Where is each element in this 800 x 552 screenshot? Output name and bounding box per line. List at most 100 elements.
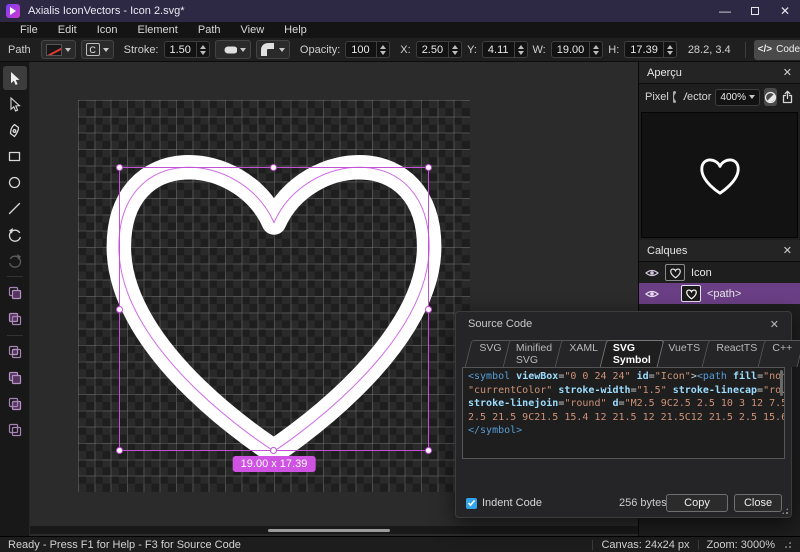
divider: [7, 335, 23, 336]
close-icon[interactable]: ✕: [770, 318, 779, 331]
opacity-label: Opacity:: [300, 44, 340, 56]
pixel-vector-toggle[interactable]: [673, 91, 676, 103]
tab-cpp[interactable]: C++: [758, 340, 800, 367]
layers-panel-header: Calques ✕: [639, 240, 800, 262]
stroke-width-value: 1.50: [165, 44, 196, 56]
contrast-icon: [764, 91, 777, 104]
handle-top-center[interactable]: [270, 164, 277, 171]
selection-arrow-icon: [7, 71, 22, 86]
rectangle-tool-button[interactable]: [3, 144, 27, 168]
boolean-subtract-button[interactable]: [3, 307, 27, 331]
indent-code-checkbox[interactable]: [466, 498, 477, 509]
tool-strip: [0, 62, 30, 536]
visibility-eye-icon[interactable]: [645, 268, 659, 278]
ellipse-tool-button[interactable]: [3, 170, 27, 194]
code-scrollbar-thumb[interactable]: [780, 370, 783, 396]
current-color-icon: C: [86, 43, 100, 56]
byte-count: 256 bytes: [619, 497, 667, 509]
y-value: 4.11: [483, 44, 514, 56]
handle-middle-left[interactable]: [116, 306, 123, 313]
stepper-arrows-icon[interactable]: [663, 42, 676, 57]
selection-size-badge: 19.00 x 17.39: [233, 456, 316, 472]
divider: [592, 540, 593, 550]
menu-view[interactable]: View: [231, 24, 275, 36]
redo-button[interactable]: [3, 248, 27, 272]
stepper-arrows-icon[interactable]: [589, 42, 602, 57]
y-stepper[interactable]: 4.11: [482, 41, 528, 58]
line-join-button[interactable]: [256, 40, 290, 59]
layer-row-icon[interactable]: Icon: [639, 262, 800, 283]
no-fill-swatch-icon: [46, 44, 62, 56]
stepper-arrows-icon[interactable]: [196, 42, 209, 57]
stroke-color-button[interactable]: C: [81, 40, 114, 59]
properties-toolbar: Path C Stroke: 1.50 Opacity: 100: [0, 38, 800, 62]
boolean-union-button[interactable]: [3, 281, 27, 305]
boolean-exclude-button[interactable]: [3, 366, 27, 390]
stepper-arrows-icon[interactable]: [514, 42, 527, 57]
tab-svg-symbol[interactable]: SVG Symbol: [600, 340, 665, 367]
w-stepper[interactable]: 19.00: [551, 41, 604, 58]
close-button[interactable]: ✕: [770, 0, 800, 22]
toggle-knob: [674, 92, 684, 102]
dialog-titlebar[interactable]: Source Code ✕: [456, 312, 791, 336]
handle-top-left[interactable]: [116, 164, 123, 171]
canvas-board[interactable]: 19.00 x 17.39: [78, 100, 470, 492]
visibility-eye-icon[interactable]: [645, 289, 659, 299]
menu-path[interactable]: Path: [188, 24, 231, 36]
source-code-button[interactable]: </>Code: [754, 40, 800, 60]
undo-icon: [7, 227, 23, 242]
x-label: X:: [400, 44, 410, 56]
boolean-intersect-button[interactable]: [3, 340, 27, 364]
fill-color-button[interactable]: [41, 40, 76, 59]
dialog-title: Source Code: [468, 318, 532, 330]
code-editor[interactable]: <symbol viewBox="0 0 24 24" id="Icon"><p…: [462, 367, 785, 459]
copy-button[interactable]: Copy: [666, 494, 728, 512]
menu-icon[interactable]: Icon: [87, 24, 128, 36]
menu-file[interactable]: File: [10, 24, 48, 36]
line-cap-button[interactable]: [215, 40, 251, 59]
chevron-down-icon: [103, 48, 109, 52]
minimize-button[interactable]: —: [710, 0, 740, 22]
menu-element[interactable]: Element: [128, 24, 188, 36]
maximize-button[interactable]: [740, 0, 770, 22]
preview-panel-title: Aperçu: [647, 67, 682, 79]
intersect-icon: [7, 344, 23, 360]
w-label: W:: [533, 44, 546, 56]
chevron-down-icon: [749, 95, 755, 99]
share-export-icon: [781, 90, 794, 104]
pen-tool-button[interactable]: [3, 118, 27, 142]
chevron-down-icon: [279, 48, 285, 52]
menu-edit[interactable]: Edit: [48, 24, 87, 36]
undo-button[interactable]: [3, 222, 27, 246]
divide-icon: [7, 396, 23, 412]
close-icon[interactable]: ✕: [783, 244, 792, 257]
horizontal-scrollbar-thumb[interactable]: [268, 529, 390, 532]
close-dialog-button[interactable]: Close: [734, 494, 782, 512]
stroke-width-stepper[interactable]: 1.50: [164, 41, 210, 58]
opacity-stepper[interactable]: 100: [345, 41, 390, 58]
layer-row-path[interactable]: <path>: [639, 283, 800, 304]
x-stepper[interactable]: 2.50: [416, 41, 462, 58]
h-stepper[interactable]: 17.39: [624, 41, 677, 58]
divider: [745, 42, 746, 58]
close-icon[interactable]: ✕: [783, 66, 792, 79]
source-code-dialog: Source Code ✕ SVG Minified SVG XAML SVG …: [455, 311, 792, 518]
stepper-arrows-icon[interactable]: [448, 42, 461, 57]
boolean-outline-button[interactable]: [3, 418, 27, 442]
preview-zoom-select[interactable]: 400%: [715, 89, 760, 106]
handle-middle-right[interactable]: [425, 306, 432, 313]
direct-select-tool-button[interactable]: [3, 92, 27, 116]
menu-help[interactable]: Help: [274, 24, 317, 36]
handle-bottom-left[interactable]: [116, 447, 123, 454]
window-resize-grip[interactable]: [783, 540, 792, 549]
line-tool-button[interactable]: [3, 196, 27, 220]
code-icon: </>: [758, 44, 772, 55]
selection-rectangle[interactable]: [119, 167, 429, 451]
stepper-arrows-icon[interactable]: [376, 42, 389, 57]
horizontal-scrollbar[interactable]: [30, 526, 638, 534]
preview-background-button[interactable]: [764, 88, 777, 106]
preview-panel-header: Aperçu ✕: [639, 62, 800, 84]
select-tool-button[interactable]: [3, 66, 27, 90]
boolean-divide-button[interactable]: [3, 392, 27, 416]
preview-export-button[interactable]: [781, 88, 794, 106]
